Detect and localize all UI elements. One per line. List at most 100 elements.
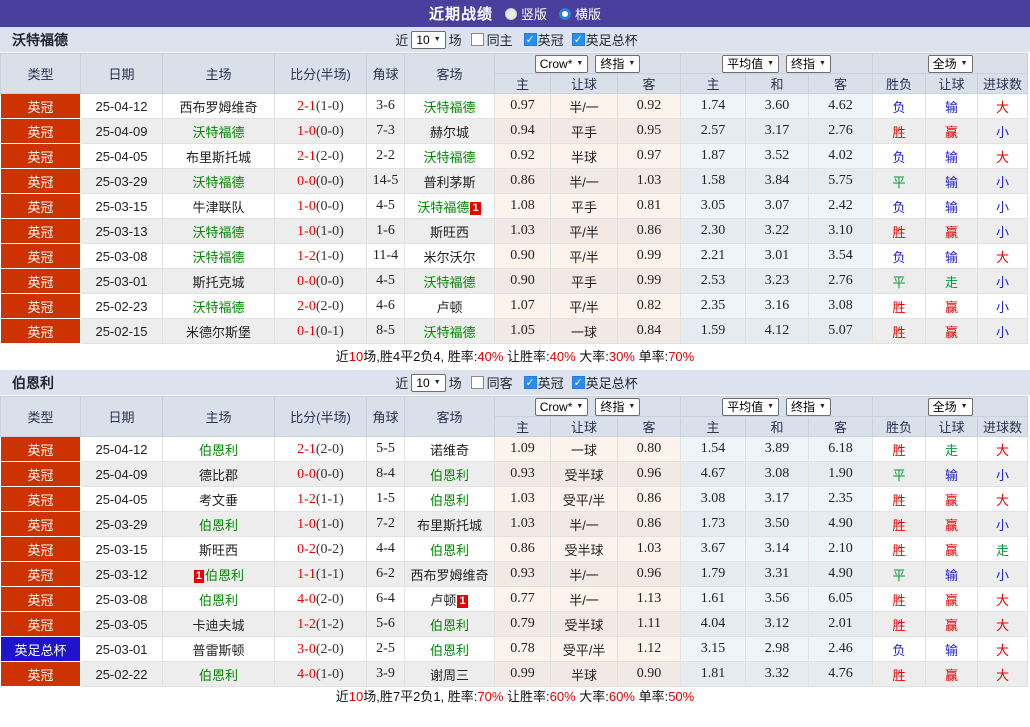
home-team-link[interactable]: 考文垂 (162, 486, 275, 512)
away-team-link[interactable]: 西布罗姆维奇 (404, 561, 495, 587)
average-select[interactable]: 平均值 ▼ (722, 397, 780, 416)
handicap-line: 半/一 (550, 511, 618, 537)
competition-badge: 英冠 (0, 168, 81, 194)
away-team-link[interactable]: 伯恩利 (404, 611, 495, 637)
home-team-link[interactable]: 沃特福德 (162, 243, 275, 269)
avg-away-odds: 2.42 (808, 193, 874, 219)
handicap-home-odds: 0.99 (494, 661, 551, 687)
away-team-link[interactable]: 赫尔城 (404, 118, 495, 144)
bookmaker-select[interactable]: Crow* ▼ (534, 54, 589, 73)
competition-badge: 英冠 (0, 536, 81, 562)
home-team-link[interactable]: 斯托克城 (162, 268, 275, 294)
handicap-away-odds: 0.92 (616, 93, 682, 119)
scope-select[interactable]: 全场 ▼ (927, 54, 973, 73)
match-count-select[interactable]: 10 ▼ (411, 373, 446, 392)
score-cell: 1-2(1-0) (274, 243, 367, 269)
match-row: 英冠 25-02-15 米德尔斯堡 0-1(0-1) 8-5 沃特福德 1.05 一球 0.84… (0, 318, 1029, 344)
home-team-link[interactable]: 伯恩利 (162, 436, 275, 462)
away-team-link[interactable]: 谢周三 (404, 661, 495, 687)
away-team-link[interactable]: 沃特福德 1 (404, 193, 495, 219)
away-team-link[interactable]: 沃特福德 (404, 143, 495, 169)
home-team-link[interactable]: 布里斯托城 (162, 143, 275, 169)
home-team-link[interactable]: 伯恩利 (162, 586, 275, 612)
facup-filter-checkbox[interactable]: ✓ (571, 33, 585, 46)
layout-radio-vertical[interactable]: 竖版 (504, 4, 547, 23)
competition-badge: 英冠 (0, 268, 81, 294)
home-team-link[interactable]: 伯恩利 (162, 661, 275, 687)
home-team-link[interactable]: 斯旺西 (162, 536, 275, 562)
home-team-link[interactable]: 沃特福德 (162, 218, 275, 244)
match-date: 25-03-29 (80, 511, 163, 537)
layout-radio-horizontal[interactable]: 横版 (559, 4, 601, 23)
home-team-link[interactable]: 沃特福德 (162, 293, 275, 319)
away-team-link[interactable]: 伯恩利 (404, 486, 495, 512)
handicap-away-odds: 0.97 (616, 143, 682, 169)
final-odds-select-2[interactable]: 终指 ▼ (786, 54, 831, 73)
league-filter-checkbox[interactable]: ✓ (523, 376, 537, 389)
away-team-link[interactable]: 卢顿 (404, 293, 495, 319)
results-table: 类型 日期 主场 比分(半场) 角球 客场 Crow* ▼ 终指 ▼ 平均值 ▼… (0, 53, 1029, 344)
home-team-link[interactable]: 1 伯恩利 (162, 561, 275, 587)
match-row: 英冠 25-02-23 沃特福德 2-0(2-0) 4-6 卢顿 1.07 平/半 0.82 2.… (0, 293, 1029, 319)
score-cell: 2-1(2-0) (274, 436, 367, 462)
away-team-link[interactable]: 米尔沃尔 (404, 243, 495, 269)
handicap-away-odds: 1.11 (616, 611, 682, 637)
league-filter-label: 英冠 (537, 33, 564, 48)
summary-text: 60% (608, 689, 635, 704)
home-team-link[interactable]: 德比郡 (162, 461, 275, 487)
away-team-link[interactable]: 沃特福德 (404, 93, 495, 119)
match-date: 25-03-01 (80, 636, 163, 662)
home-team-link[interactable]: 沃特福德 (162, 168, 275, 194)
home-team-link[interactable]: 伯恩利 (162, 511, 275, 537)
home-team-link[interactable]: 卡迪夫城 (162, 611, 275, 637)
result-goals: 大 (977, 243, 1029, 269)
same-venue-checkbox[interactable] (470, 33, 484, 46)
team-name: 沃特福德 (417, 199, 470, 215)
match-rows: 英冠 25-04-12 伯恩利 2-1(2-0) 5-5 诺维奇 1.09 一球 0.80 1.5… (0, 436, 1029, 687)
away-team-link[interactable]: 伯恩利 (404, 536, 495, 562)
same-venue-checkbox[interactable] (470, 376, 484, 389)
halftime-score: (1-0) (315, 223, 344, 239)
final-odds-select[interactable]: 终指 ▼ (595, 54, 641, 73)
away-team-link[interactable]: 沃特福德 (404, 268, 495, 294)
away-team-link[interactable]: 伯恩利 (404, 636, 495, 662)
home-team-link[interactable]: 西布罗姆维奇 (162, 93, 275, 119)
handicap-away-odds: 1.12 (616, 636, 682, 662)
team-name: 伯恩利 (198, 517, 238, 533)
final-odds-select-2[interactable]: 终指 ▼ (786, 397, 831, 416)
result-outcome: 胜 (872, 611, 927, 637)
handicap-home-odds: 1.08 (494, 193, 551, 219)
scope-select[interactable]: 全场 ▼ (927, 397, 973, 416)
avg-home-odds: 2.57 (680, 118, 747, 144)
avg-home-odds: 3.15 (680, 636, 747, 662)
halftime-score: (0-0) (315, 173, 344, 189)
radio-horizontal-label: 横版 (575, 7, 602, 22)
home-team-link[interactable]: 普雷斯顿 (162, 636, 275, 662)
corner-count: 3-9 (366, 661, 405, 687)
facup-filter-checkbox[interactable]: ✓ (571, 376, 585, 389)
fulltime-score: 0-0 (297, 466, 316, 482)
col-header-corner: 角球 (366, 53, 405, 94)
home-team-link[interactable]: 米德尔斯堡 (162, 318, 275, 344)
final-odds-select[interactable]: 终指 ▼ (595, 397, 641, 416)
bookmaker-select[interactable]: Crow* ▼ (534, 397, 589, 416)
away-team-link[interactable]: 斯旺西 (404, 218, 495, 244)
away-team-link[interactable]: 诺维奇 (404, 436, 495, 462)
away-team-link[interactable]: 普利茅斯 (404, 168, 495, 194)
match-count-select[interactable]: 10 ▼ (411, 30, 446, 49)
home-team-link[interactable]: 沃特福德 (162, 118, 275, 144)
away-team-link[interactable]: 伯恩利 (404, 461, 495, 487)
league-filter-checkbox[interactable]: ✓ (523, 33, 537, 46)
away-team-link[interactable]: 沃特福德 (404, 318, 495, 344)
home-team-link[interactable]: 牛津联队 (162, 193, 275, 219)
handicap-away-odds: 0.90 (616, 661, 682, 687)
match-date: 25-04-05 (80, 486, 163, 512)
avg-home-odds: 1.59 (680, 318, 747, 344)
corner-count: 2-5 (366, 636, 405, 662)
handicap-line: 平手 (550, 268, 618, 294)
away-team-link[interactable]: 卢顿 1 (404, 586, 495, 612)
away-team-link[interactable]: 布里斯托城 (404, 511, 495, 537)
result-outcome: 胜 (872, 486, 927, 512)
avg-home-odds: 2.21 (680, 243, 747, 269)
average-select[interactable]: 平均值 ▼ (722, 54, 780, 73)
